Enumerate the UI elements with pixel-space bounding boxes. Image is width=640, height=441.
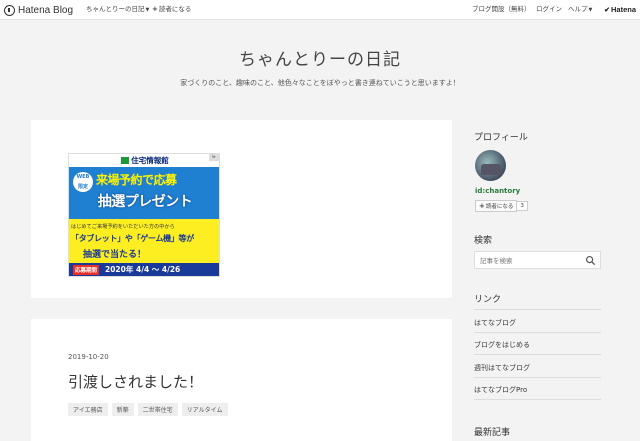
sidebar-link-pro[interactable]: はてなブログPro (474, 385, 527, 395)
limited-badge-text: 限定 (77, 184, 88, 190)
entry-card: 2019-10-20 引渡しされました！ アイエ務店 新築 二世帯住宅 リアルタ… (31, 319, 452, 441)
entry-title[interactable]: 引渡しされました！ (68, 371, 203, 392)
caret-down-icon: ▼ (588, 7, 593, 13)
profile-heading: プロフィール (474, 133, 528, 143)
ad-prizes: 「タブレット」や「ゲーム機」等が (71, 234, 194, 243)
sidebar-subscribe: +読者になる 3 (475, 200, 528, 212)
avatar[interactable] (475, 150, 506, 181)
subscriber-count: 3 (517, 201, 528, 211)
ad-card: 住宅情報館 i▸ WEB 限定 来場予約で応募 抽選プレゼント はじめてご来場予… (31, 120, 452, 298)
period-dates: 2020年 4/4 ～ 4/26 (105, 265, 181, 274)
blog-menu-label: ちゃんとりーの日記 (86, 5, 145, 13)
house-icon (121, 157, 130, 164)
hatena-check-icon: ✔ (604, 7, 610, 14)
hatena-logo[interactable]: ✔Hatena (604, 4, 636, 16)
ad-headline-block: WEB 限定 来場予約で応募 抽選プレゼント (69, 167, 219, 219)
category-tag[interactable]: アイエ務店 (68, 403, 108, 416)
ad-subtext: はじめてご来場予約をいただいた方の中から (71, 224, 175, 230)
caret-down-icon: ▼ (145, 7, 150, 13)
ad-brand-bar: 住宅情報館 (69, 154, 219, 167)
ad-brand: 住宅情報館 (131, 156, 169, 165)
ad-info-icon[interactable]: i▸ (209, 154, 219, 161)
sidebar-subscribe-label: 読者になる (485, 204, 514, 210)
sidebar-link-start-blog[interactable]: ブログをはじめる (474, 340, 530, 350)
web-badge-text: WEB (76, 174, 90, 180)
blog-description: 家づくりのこと、趣味のこと、他色々なことをぼやっと書き連ねていこうと思いますよ！ (180, 79, 460, 87)
blog-title[interactable]: ちゃんとりーの日記 (0, 45, 640, 70)
hatena-blog-logo[interactable]: Hatena Blog (4, 4, 73, 16)
subscribe-link-label: 読者になる (158, 5, 192, 13)
hatena-logo-text: Hatena (610, 5, 636, 14)
sidebar-link-weekly[interactable]: 週刊はてなブログ (474, 363, 530, 373)
search-box (474, 251, 601, 269)
ad-headline-2: 抽選プレゼント (97, 194, 193, 210)
links-divider (474, 354, 601, 355)
subscribe-link[interactable]: +読者になる (152, 4, 191, 15)
logo-text: Hatena Blog (18, 4, 74, 16)
category-tag[interactable]: 新築 (111, 403, 134, 416)
start-blog-link[interactable]: ブログ開設（無料） (472, 4, 531, 15)
user-id-link[interactable]: id:chantory (475, 187, 520, 195)
sidebar-subscribe-button[interactable]: +読者になる (475, 200, 518, 212)
ad-banner[interactable]: 住宅情報館 i▸ WEB 限定 来場予約で応募 抽選プレゼント はじめてご来場予… (68, 153, 220, 277)
hatena-blog-logo-icon (4, 4, 15, 16)
search-heading: 検索 (474, 236, 493, 246)
ad-lottery: 抽選で当たる！ (83, 250, 147, 260)
search-input[interactable] (480, 255, 580, 266)
global-header: Hatena Blog ちゃんとりーの日記▼ +読者になる ブログ開設（無料） … (0, 0, 640, 20)
period-badge: 応募期間 (73, 265, 100, 275)
blog-menu-dropdown[interactable]: ちゃんとりーの日記▼ (86, 4, 149, 16)
links-divider (474, 399, 601, 400)
links-divider (474, 377, 601, 378)
links-divider (474, 332, 601, 333)
entry-categories: アイエ務店 新築 二世帯住宅 リアルタイム (68, 403, 228, 416)
ad-headline-1: 来場予約で応募 (96, 173, 177, 187)
entry-date[interactable]: 2019-10-20 (68, 353, 109, 361)
ad-period-bar: 応募期間 2020年 4/4 ～ 4/26 (69, 263, 219, 276)
sidebar-link-hatena-blog[interactable]: はてなブログ (474, 318, 516, 328)
links-heading: リンク (474, 295, 502, 305)
category-tag[interactable]: 二世帯住宅 (137, 403, 178, 416)
category-tag[interactable]: リアルタイム (181, 403, 228, 416)
search-icon[interactable] (585, 255, 596, 266)
links-divider (474, 309, 601, 310)
login-link[interactable]: ログイン (536, 4, 562, 15)
recent-heading: 最新記事 (474, 428, 511, 438)
plus-icon: + (152, 5, 158, 13)
help-label: ヘルプ (568, 5, 588, 13)
web-limited-badge: WEB 限定 (73, 172, 93, 192)
help-dropdown[interactable]: ヘルプ▼ (568, 4, 592, 16)
plus-icon: + (479, 202, 485, 210)
